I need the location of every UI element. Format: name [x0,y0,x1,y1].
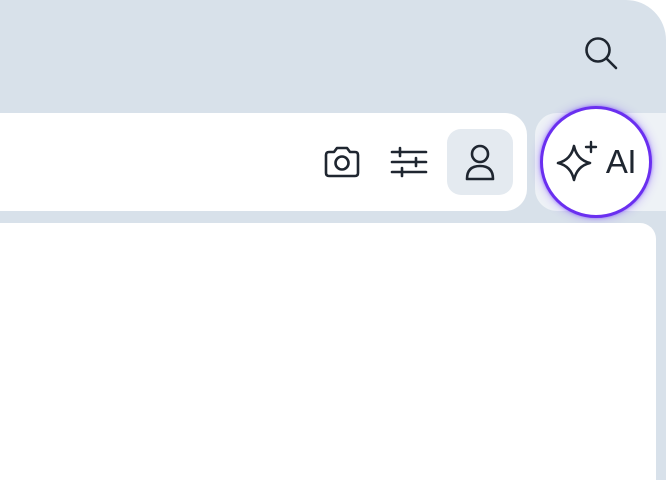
filters-button[interactable] [376,129,442,195]
camera-button[interactable] [309,129,375,195]
app-frame: AI [0,0,666,480]
profile-button[interactable] [447,129,513,195]
search-toolbar [0,113,527,211]
ai-label: AI [605,143,637,180]
search-button[interactable] [578,30,624,76]
sparkle-icon [556,140,598,182]
sliders-icon [390,146,428,178]
user-icon [465,144,495,181]
camera-icon [324,146,360,178]
content-panel [0,223,656,480]
search-icon [585,37,618,70]
ai-assistant-button[interactable]: AI [540,106,652,218]
